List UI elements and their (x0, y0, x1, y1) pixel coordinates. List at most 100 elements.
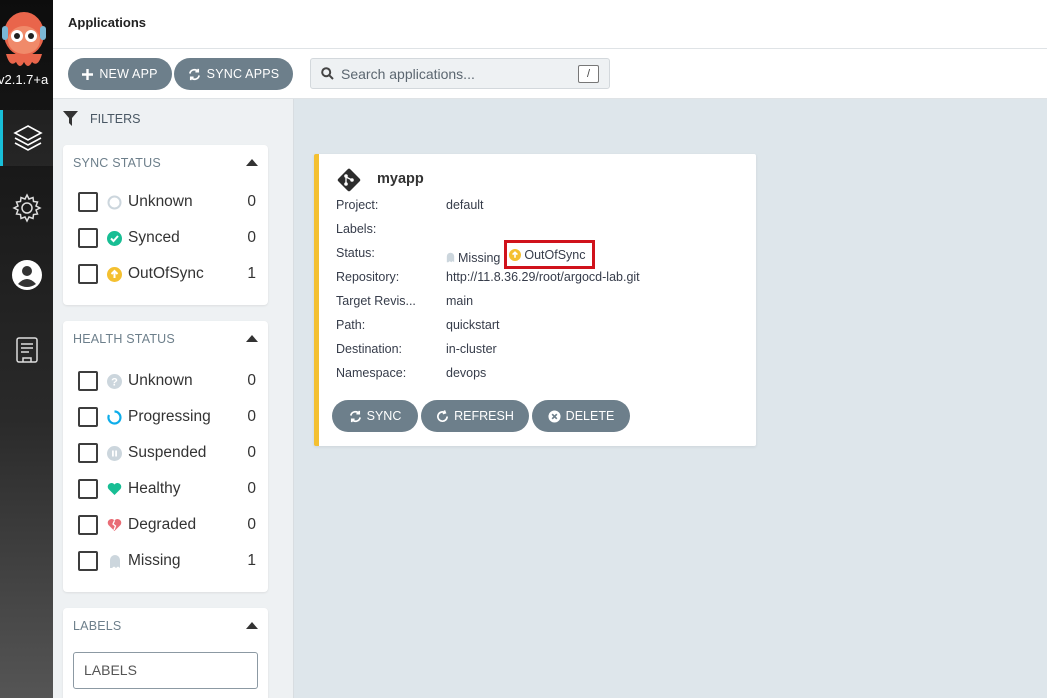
checkbox[interactable] (78, 264, 98, 284)
svg-text:?: ? (111, 376, 118, 388)
sync-status-title: SYNC STATUS (73, 156, 161, 170)
filter-count: 0 (247, 229, 256, 246)
delete-button-label: DELETE (565, 409, 615, 423)
labels-input[interactable] (84, 662, 244, 678)
health-status-title: HEALTH STATUS (73, 332, 175, 346)
field-value: devops (446, 366, 487, 380)
field-label: Status: (336, 246, 375, 260)
filter-health-progressing[interactable]: Progressing 0 (78, 406, 256, 428)
git-icon (337, 168, 361, 192)
field-label: Target Revis... (336, 294, 416, 308)
sync-button-label: SYNC (366, 409, 402, 423)
filter-health-suspended[interactable]: Suspended 0 (78, 442, 256, 464)
arrow-up-circle-icon (509, 248, 522, 261)
filter-count: 0 (247, 516, 256, 533)
filter-health-unknown[interactable]: ? Unknown 0 (78, 370, 256, 392)
sync-status-panel: SYNC STATUS Unknown 0 Synced 0 OutOfSync… (63, 145, 268, 305)
filter-label: Healthy (128, 480, 181, 497)
field-path: Path: quickstart (336, 318, 746, 336)
sync-status-highlight: OutOfSync (504, 240, 595, 269)
filter-label: Missing (128, 552, 181, 569)
plus-icon (82, 68, 94, 80)
checkbox[interactable] (78, 551, 98, 571)
filters-header: FILTERS (63, 111, 140, 126)
field-value: in-cluster (446, 342, 497, 356)
arrow-up-circle-icon (107, 266, 122, 282)
delete-button[interactable]: DELETE (532, 400, 630, 432)
app-card[interactable]: myapp Project: default Labels: Status: M… (314, 154, 756, 446)
filter-label: Degraded (128, 516, 197, 533)
gear-icon (11, 193, 42, 223)
refresh-button[interactable]: REFRESH (421, 400, 529, 432)
filter-label: Unknown (128, 193, 193, 210)
sync-icon (349, 410, 361, 422)
field-label: Destination: (336, 342, 403, 356)
field-label: Repository: (336, 270, 400, 284)
layers-icon (13, 125, 43, 151)
checkbox[interactable] (78, 443, 98, 463)
search-box[interactable]: / (310, 58, 610, 89)
circle-outline-icon (107, 195, 122, 210)
filter-label: Unknown (128, 372, 193, 389)
checkbox[interactable] (78, 479, 98, 499)
field-label: Labels: (336, 222, 377, 236)
new-app-button[interactable]: NEW APP (68, 58, 172, 90)
filter-health-missing[interactable]: Missing 1 (78, 550, 256, 572)
sync-button[interactable]: SYNC (332, 400, 418, 432)
nav-settings[interactable] (0, 180, 53, 236)
field-value: http://11.8.36.29/root/argocd-lab.git (446, 270, 640, 284)
nav-user-info[interactable] (0, 247, 53, 303)
check-circle-icon (107, 230, 122, 246)
filter-health-degraded[interactable]: Degraded 0 (78, 514, 256, 536)
page-header: Applications (53, 0, 1047, 49)
checkbox[interactable] (78, 228, 98, 248)
version-label: v2.1.7+a (0, 72, 49, 87)
new-app-label: NEW APP (99, 67, 158, 81)
field-target-revision: Target Revis... main (336, 294, 746, 312)
side-nav: v2.1.7+a (0, 0, 53, 698)
labels-field[interactable] (73, 652, 258, 689)
filter-count: 0 (247, 444, 256, 461)
field-repository: Repository: http://11.8.36.29/root/argoc… (336, 270, 746, 288)
collapse-caret-icon[interactable] (246, 622, 258, 629)
filter-health-healthy[interactable]: Healthy 0 (78, 478, 256, 500)
filter-count: 0 (247, 480, 256, 497)
pause-circle-icon (107, 445, 122, 461)
health-status-text: Missing (458, 250, 501, 265)
toolbar: NEW APP SYNC APPS / (53, 49, 1047, 99)
filter-sync-outofsync[interactable]: OutOfSync 1 (78, 263, 256, 285)
checkbox[interactable] (78, 515, 98, 535)
search-input[interactable] (341, 64, 571, 84)
collapse-caret-icon[interactable] (246, 159, 258, 166)
filters-sidebar: FILTERS SYNC STATUS Unknown 0 Synced 0 O… (53, 99, 294, 698)
sync-apps-button[interactable]: SYNC APPS (174, 58, 293, 90)
filters-title: FILTERS (90, 111, 141, 126)
checkbox[interactable] (78, 407, 98, 427)
filter-sync-unknown[interactable]: Unknown 0 (78, 191, 256, 213)
argo-logo[interactable] (0, 6, 50, 72)
labels-panel: LABELS (63, 608, 268, 698)
field-value: main (446, 294, 474, 308)
page-title: Applications (68, 15, 147, 30)
search-shortcut-badge: / (578, 65, 599, 83)
field-value: quickstart (446, 318, 500, 332)
nav-applications[interactable] (0, 110, 53, 166)
collapse-caret-icon[interactable] (246, 335, 258, 342)
sync-apps-label: SYNC APPS (206, 67, 280, 81)
field-value: default (446, 198, 484, 212)
checkbox[interactable] (78, 192, 98, 212)
field-label: Namespace: (336, 366, 407, 380)
app-name[interactable]: myapp (377, 171, 424, 187)
health-status-panel: HEALTH STATUS ? Unknown 0 Progressing 0 … (63, 321, 268, 592)
field-destination: Destination: in-cluster (336, 342, 746, 360)
filter-label: Progressing (128, 408, 211, 425)
field-labels: Labels: (336, 222, 746, 240)
nav-docs[interactable] (0, 322, 53, 378)
filter-icon (63, 111, 78, 126)
broken-heart-icon (107, 518, 122, 533)
filter-count: 0 (247, 193, 256, 210)
checkbox[interactable] (78, 371, 98, 391)
filter-sync-synced[interactable]: Synced 0 (78, 227, 256, 249)
filter-count: 1 (247, 265, 256, 282)
sync-status-text: OutOfSync (524, 247, 586, 262)
